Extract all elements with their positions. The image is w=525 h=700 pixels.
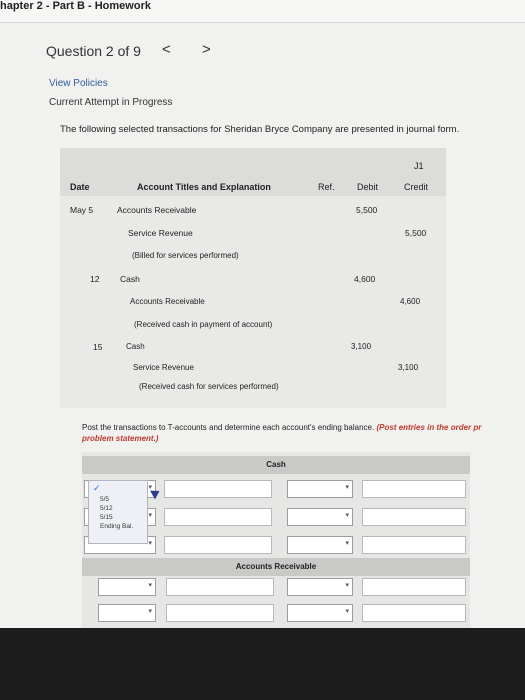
ar-debit-amount[interactable] (166, 604, 274, 622)
journal-explanation: (Billed for services performed) (132, 251, 239, 260)
ar-date-select[interactable]: ▾ (98, 604, 156, 622)
ar-date-select[interactable]: ▾ (98, 578, 156, 596)
journal-credit: 5,500 (405, 228, 427, 238)
chevron-down-icon: ▾ (345, 608, 349, 615)
cash-credit-date-select[interactable]: ▾ (287, 508, 353, 526)
cash-account-header: Cash (82, 456, 470, 474)
journal-account: Cash (120, 274, 140, 284)
date-dropdown-menu: ✓ 5/5 5/12 5/15 Ending Bal. (88, 480, 148, 544)
cash-credit-date-select[interactable]: ▾ (287, 480, 353, 498)
chevron-down-icon: ▾ (148, 540, 152, 547)
journal-debit: 4,600 (354, 274, 376, 284)
journal-credit: 3,100 (398, 363, 419, 372)
next-question-button[interactable]: > (202, 41, 211, 58)
journal-account: Service Revenue (128, 228, 193, 238)
instructions-note-2: problem statement.) (82, 434, 159, 443)
chevron-down-icon: ▾ (345, 582, 349, 589)
checkmark-icon: ✓ (93, 483, 101, 493)
posting-instructions: Post the transactions to T-accounts and … (82, 422, 522, 444)
t-accounts-area: Cash ▾ ▾ ▾ ▾ ▾ ▾ ✓ 5/5 5/12 5/15 Ending … (82, 452, 470, 628)
prev-question-button[interactable]: < (162, 41, 171, 58)
cash-credit-amount[interactable] (362, 508, 466, 526)
journal-date: 15 (93, 342, 103, 352)
top-bar: hapter 2 - Part B - Homework (0, 0, 525, 23)
instructions-note: (Post entries in the order pr (376, 423, 482, 432)
chevron-down-icon: ▾ (148, 582, 152, 589)
journal-page-ref: J1 (414, 161, 424, 171)
date-option[interactable]: Ending Bal. (100, 523, 133, 530)
date-option[interactable]: 5/12 (100, 505, 113, 512)
cash-credit-amount[interactable] (362, 536, 466, 554)
cash-debit-amount[interactable] (164, 536, 272, 554)
homework-page: hapter 2 - Part B - Homework Question 2 … (0, 0, 525, 628)
journal-date: May 5 (70, 205, 94, 215)
journal-explanation: (Received cash for services performed) (139, 382, 279, 391)
date-option[interactable]: 5/15 (100, 514, 113, 521)
col-ref: Ref. (318, 182, 335, 192)
cash-credit-date-select[interactable]: ▾ (287, 536, 353, 554)
chevron-down-icon: ▾ (345, 512, 349, 519)
journal-account: Cash (126, 342, 145, 351)
journal-account: Accounts Receivable (130, 297, 205, 306)
ar-debit-amount[interactable] (166, 578, 274, 596)
col-credit: Credit (404, 182, 429, 192)
journal-account: Accounts Receivable (117, 205, 197, 215)
assignment-title: hapter 2 - Part B - Homework (0, 0, 151, 12)
journal-credit: 4,600 (400, 297, 421, 306)
problem-intro: The following selected transactions for … (60, 124, 460, 135)
col-debit: Debit (357, 182, 379, 192)
journal-explanation: (Received cash in payment of account) (134, 320, 273, 329)
cash-debit-amount[interactable] (164, 508, 272, 526)
ar-credit-date-select[interactable]: ▾ (287, 578, 353, 596)
col-date: Date (70, 182, 90, 192)
journal-date: 12 (90, 274, 100, 284)
ar-account-header: Accounts Receivable (82, 558, 470, 576)
journal-account: Service Revenue (133, 363, 194, 372)
instructions-main: Post the transactions to T-accounts and … (82, 423, 375, 432)
chevron-down-icon: ▾ (148, 512, 152, 519)
view-policies-link[interactable]: View Policies (49, 78, 108, 89)
date-option[interactable]: 5/5 (100, 496, 109, 503)
attempt-status: Current Attempt in Progress (49, 97, 173, 108)
ar-credit-amount[interactable] (362, 604, 466, 622)
journal-debit: 3,100 (351, 342, 372, 351)
journal-debit: 5,500 (356, 205, 378, 215)
chevron-down-icon: ▾ (148, 608, 152, 615)
question-counter: Question 2 of 9 (46, 43, 141, 59)
chevron-down-icon: ▾ (345, 540, 349, 547)
col-account: Account Titles and Explanation (137, 182, 271, 192)
ar-credit-date-select[interactable]: ▾ (287, 604, 353, 622)
cash-debit-amount[interactable] (164, 480, 272, 498)
journal-table: J1 Date Account Titles and Explanation R… (60, 148, 446, 408)
ar-credit-amount[interactable] (362, 578, 466, 596)
chevron-down-icon: ▾ (345, 484, 349, 491)
cash-credit-amount[interactable] (362, 480, 466, 498)
